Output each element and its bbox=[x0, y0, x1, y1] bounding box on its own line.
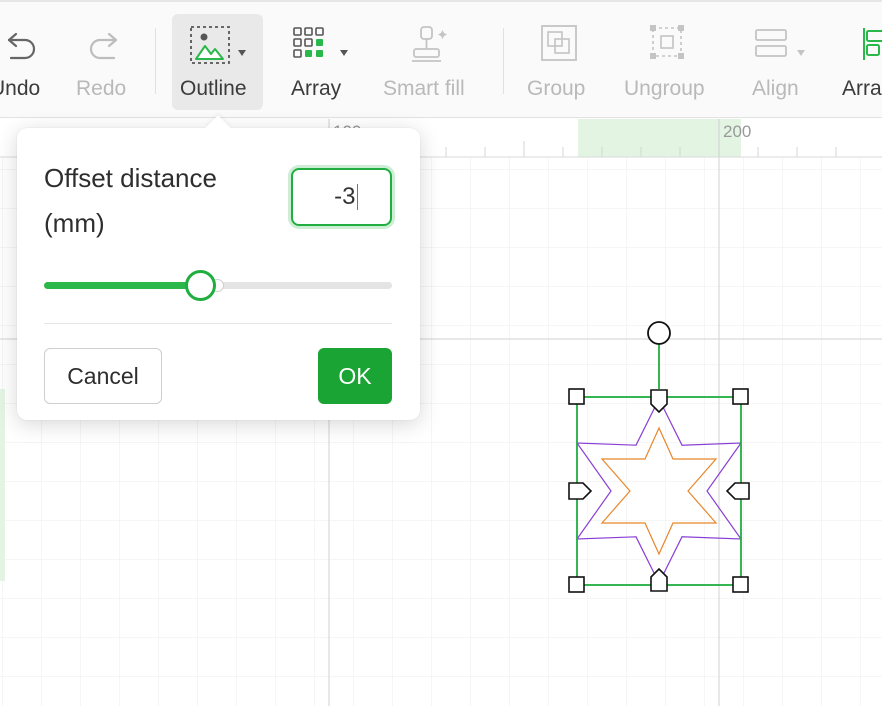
resize-handle-top-left[interactable] bbox=[568, 388, 585, 405]
array-icon bbox=[293, 27, 348, 58]
array-label: Array bbox=[291, 77, 342, 100]
text-caret bbox=[356, 184, 358, 210]
ok-button[interactable]: OK bbox=[318, 348, 392, 404]
align-icon bbox=[755, 29, 805, 57]
undo-button[interactable]: Undo bbox=[0, 14, 52, 110]
smart-fill-label: Smart fill bbox=[383, 77, 465, 100]
align-button[interactable]: Align bbox=[744, 14, 812, 110]
ungroup-label: Ungroup bbox=[624, 77, 705, 100]
arrange-button[interactable]: Arrange bbox=[838, 14, 882, 110]
resize-handle-bottom-right[interactable] bbox=[732, 576, 749, 593]
undo-label: Undo bbox=[0, 77, 41, 100]
toolbar-divider bbox=[155, 28, 156, 94]
group-button[interactable]: Group bbox=[522, 14, 596, 110]
smart-fill-button[interactable]: Smart fill bbox=[378, 14, 482, 110]
undo-icon bbox=[7, 32, 36, 60]
offset-distance-label: Offset distance (mm) bbox=[44, 163, 217, 238]
ungroup-icon bbox=[650, 25, 684, 59]
ruler-label-200: 200 bbox=[723, 122, 751, 141]
popover-divider bbox=[44, 323, 392, 324]
smart-fill-icon bbox=[412, 26, 447, 62]
group-label: Group bbox=[527, 77, 586, 100]
selection-range-v bbox=[0, 389, 5, 581]
redo-label: Redo bbox=[76, 77, 127, 100]
resize-handle-bottom-left[interactable] bbox=[568, 576, 585, 593]
redo-button[interactable]: Redo bbox=[72, 14, 134, 110]
outline-popover: Offset distance (mm) -3 Cancel OK bbox=[17, 115, 420, 420]
array-button[interactable]: Array bbox=[284, 14, 354, 110]
offset-slider[interactable] bbox=[44, 270, 392, 301]
arrange-icon bbox=[863, 28, 882, 60]
toolbar: Undo Redo Outline Arr bbox=[0, 0, 882, 118]
rotate-handle[interactable] bbox=[647, 321, 671, 345]
offset-distance-value: -3 bbox=[334, 183, 356, 210]
redo-icon bbox=[89, 32, 118, 60]
outline-button[interactable]: Outline bbox=[172, 14, 263, 110]
ungroup-button[interactable]: Ungroup bbox=[620, 14, 718, 110]
outline-icon bbox=[190, 26, 246, 64]
slider-thumb[interactable] bbox=[185, 270, 217, 301]
align-label: Align bbox=[752, 77, 799, 100]
cancel-button[interactable]: Cancel bbox=[44, 348, 162, 404]
outline-label: Outline bbox=[180, 77, 247, 100]
offset-distance-input[interactable]: -3 bbox=[291, 168, 392, 226]
arrange-label: Arrange bbox=[842, 77, 882, 100]
resize-handle-top-right[interactable] bbox=[732, 388, 749, 405]
group-icon bbox=[541, 25, 577, 61]
slider-fill bbox=[44, 282, 201, 289]
toolbar-divider bbox=[503, 28, 504, 94]
